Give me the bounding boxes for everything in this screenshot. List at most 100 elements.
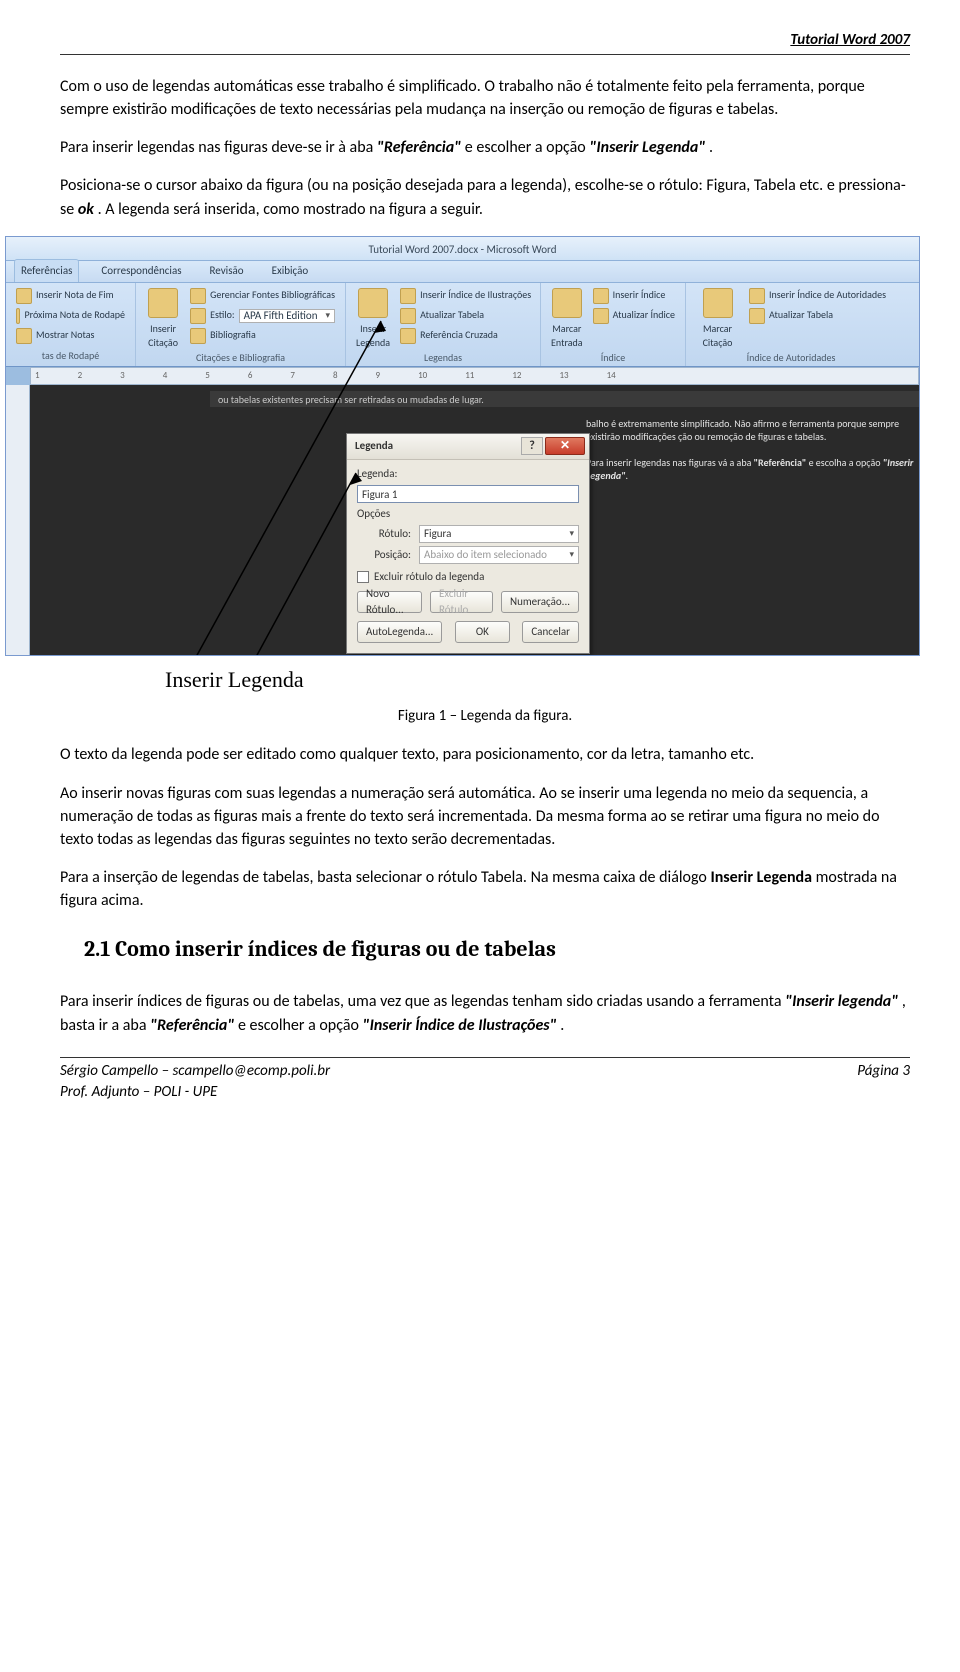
page-header: Tutorial Word 2007 bbox=[60, 30, 910, 55]
ribbon-cmd[interactable]: Inserir Índice de Autoridades bbox=[749, 288, 886, 304]
group-label: Índice de Autoridades bbox=[696, 351, 886, 366]
ribbon-cmd[interactable]: Atualizar Índice bbox=[593, 308, 675, 324]
posicao-select: Abaixo do item selecionado▾ bbox=[419, 546, 579, 564]
ribbon-cmd[interactable]: Gerenciar Fontes Bibliográficas bbox=[190, 288, 335, 304]
section-heading: 2.1 Como inserir índices de figuras ou d… bbox=[84, 934, 910, 966]
ribbon-cmd[interactable]: Mostrar Notas bbox=[16, 328, 125, 344]
update-toa-icon bbox=[749, 308, 765, 324]
paragraph: Posiciona-se o cursor abaixo da figura (… bbox=[60, 174, 910, 220]
group-label: Índice bbox=[551, 351, 675, 366]
ribbon-cmd[interactable]: Marcar Citação bbox=[696, 322, 739, 351]
ok-button[interactable]: OK bbox=[455, 621, 510, 643]
text: e escolher a opção bbox=[238, 1016, 363, 1035]
dialog-title: Legenda bbox=[355, 438, 393, 454]
ribbon-cmd[interactable]: Bibliografia bbox=[190, 328, 335, 344]
update-table-icon bbox=[400, 308, 416, 324]
excluir-checkbox[interactable] bbox=[357, 571, 369, 583]
window-titlebar: Tutorial Word 2007.docx - Microsoft Word bbox=[6, 237, 919, 261]
ribbon-cmd[interactable]: Marcar Entrada bbox=[551, 322, 583, 351]
ribbon-cmd[interactable]: Estilo: APA Fifth Edition▾ bbox=[190, 308, 335, 324]
insert-caption-icon[interactable] bbox=[358, 288, 388, 318]
footer-page: Página 3 bbox=[857, 1061, 910, 1105]
footer-author: Sérgio Campello – scampello@ecomp.poli.b… bbox=[60, 1061, 330, 1083]
text: Para inserir índices de figuras ou de ta… bbox=[60, 992, 785, 1011]
excluir-rotulo-button: Excluir Rótulo bbox=[430, 591, 493, 613]
document-text: balho é extremamente simplificado. Não a… bbox=[586, 417, 916, 482]
close-button[interactable]: ✕ bbox=[545, 437, 585, 455]
paragraph: Ao inserir novas figuras com suas legend… bbox=[60, 782, 910, 852]
paragraph: Para a inserção de legendas de tabelas, … bbox=[60, 866, 910, 912]
ribbon-cmd[interactable]: Atualizar Tabela bbox=[400, 308, 531, 324]
tab-correspondencias[interactable]: Correspondências bbox=[95, 260, 187, 282]
text: Para inserir legendas nas figuras deve-s… bbox=[60, 138, 377, 157]
style-icon bbox=[190, 308, 206, 324]
legenda-input[interactable]: Figura 1 bbox=[357, 485, 579, 503]
ribbon-cmd[interactable]: Inserir Nota de Fim bbox=[16, 288, 125, 304]
checkbox-label: Excluir rótulo da legenda bbox=[374, 569, 484, 585]
text: "Inserir legenda" bbox=[785, 992, 898, 1011]
text: "Referência" bbox=[150, 1016, 234, 1035]
cross-ref-icon bbox=[400, 328, 416, 344]
insert-tof-icon bbox=[400, 288, 416, 304]
text: "Inserir Legenda" bbox=[589, 138, 705, 157]
ribbon-cmd[interactable]: Inserir Índice bbox=[593, 288, 675, 304]
novo-rotulo-button[interactable]: Novo Rótulo... bbox=[357, 591, 422, 613]
paragraph: O texto da legenda pode ser editado como… bbox=[60, 743, 910, 766]
ruler: 1234567891011121314 bbox=[30, 367, 919, 385]
tab-referencias[interactable]: Referências bbox=[14, 259, 79, 282]
mark-entry-icon[interactable] bbox=[552, 288, 582, 318]
dialog-titlebar: Legenda ? ✕ bbox=[347, 434, 589, 460]
cancelar-button[interactable]: Cancelar bbox=[522, 621, 579, 643]
text: e escolher a opção bbox=[465, 138, 590, 157]
mark-citation-icon[interactable] bbox=[703, 288, 733, 318]
vertical-ruler bbox=[6, 385, 30, 655]
paragraph: Para inserir índices de figuras ou de ta… bbox=[60, 990, 910, 1036]
field-label: Legenda: bbox=[357, 466, 579, 482]
text: ok bbox=[78, 200, 94, 219]
text: "Inserir Índice de Ilustrações" bbox=[363, 1016, 557, 1035]
help-button[interactable]: ? bbox=[521, 437, 543, 455]
ribbon-cmd[interactable]: Referência Cruzada bbox=[400, 328, 531, 344]
section-label: Opções bbox=[357, 506, 579, 522]
update-index-icon bbox=[593, 308, 609, 324]
tab-revisao[interactable]: Revisão bbox=[204, 260, 250, 282]
text: . bbox=[709, 138, 713, 157]
insert-citation-icon[interactable] bbox=[148, 288, 178, 318]
show-notes-icon bbox=[16, 328, 32, 344]
rotulo-select[interactable]: Figura▾ bbox=[419, 525, 579, 543]
group-label: tas de Rodapé bbox=[16, 349, 125, 364]
figure-caption: Figura 1 – Legenda da figura. bbox=[60, 706, 910, 728]
page-footer: Sérgio Campello – scampello@ecomp.poli.b… bbox=[60, 1057, 910, 1105]
insert-index-icon bbox=[593, 288, 609, 304]
ribbon: Inserir Nota de Fim Próxima Nota de Roda… bbox=[6, 283, 919, 367]
footer-role: Prof. Adjunto – POLI - UPE bbox=[60, 1082, 330, 1104]
style-select[interactable]: APA Fifth Edition▾ bbox=[239, 309, 335, 323]
text: . A legenda será inserida, como mostrado… bbox=[98, 200, 483, 219]
tab-exibicao[interactable]: Exibição bbox=[266, 260, 315, 282]
text: Para a inserção de legendas de tabelas, … bbox=[60, 868, 710, 887]
screenshot-container: Tutorial Word 2007.docx - Microsoft Word… bbox=[5, 236, 920, 656]
field-label: Posição: bbox=[357, 547, 411, 563]
footnote-icon bbox=[16, 288, 32, 304]
document-text: ou tabelas existentes precisam ser retir… bbox=[210, 391, 920, 407]
ribbon-cmd-inserir-legenda[interactable]: Inserir Legenda bbox=[356, 322, 390, 351]
callout-label: Inserir Legenda bbox=[165, 664, 910, 696]
legenda-dialog: Legenda ? ✕ Legenda: Figura 1 Opções Rót… bbox=[346, 433, 590, 654]
paragraph: Com o uso de legendas automáticas esse t… bbox=[60, 75, 910, 121]
field-label: Rótulo: bbox=[357, 526, 411, 542]
ribbon-cmd[interactable]: Inserir Citação bbox=[146, 322, 180, 351]
autolegenda-button[interactable]: AutoLegenda... bbox=[357, 621, 442, 643]
text: Inserir Legenda bbox=[710, 868, 812, 887]
numeracao-button[interactable]: Numeração... bbox=[501, 591, 579, 613]
word-screenshot: Tutorial Word 2007.docx - Microsoft Word… bbox=[5, 236, 920, 656]
manage-sources-icon bbox=[190, 288, 206, 304]
group-label: Legendas bbox=[356, 351, 530, 366]
group-label: Citações e Bibliografia bbox=[146, 351, 335, 366]
paragraph: Para inserir legendas nas figuras deve-s… bbox=[60, 136, 910, 159]
insert-toa-icon bbox=[749, 288, 765, 304]
bibliography-icon bbox=[190, 328, 206, 344]
ribbon-cmd[interactable]: Inserir Índice de Ilustrações bbox=[400, 288, 531, 304]
ribbon-tabs: Referências Correspondências Revisão Exi… bbox=[6, 261, 919, 283]
ribbon-cmd[interactable]: Atualizar Tabela bbox=[749, 308, 886, 324]
ribbon-cmd[interactable]: Próxima Nota de Rodapé bbox=[16, 308, 125, 324]
